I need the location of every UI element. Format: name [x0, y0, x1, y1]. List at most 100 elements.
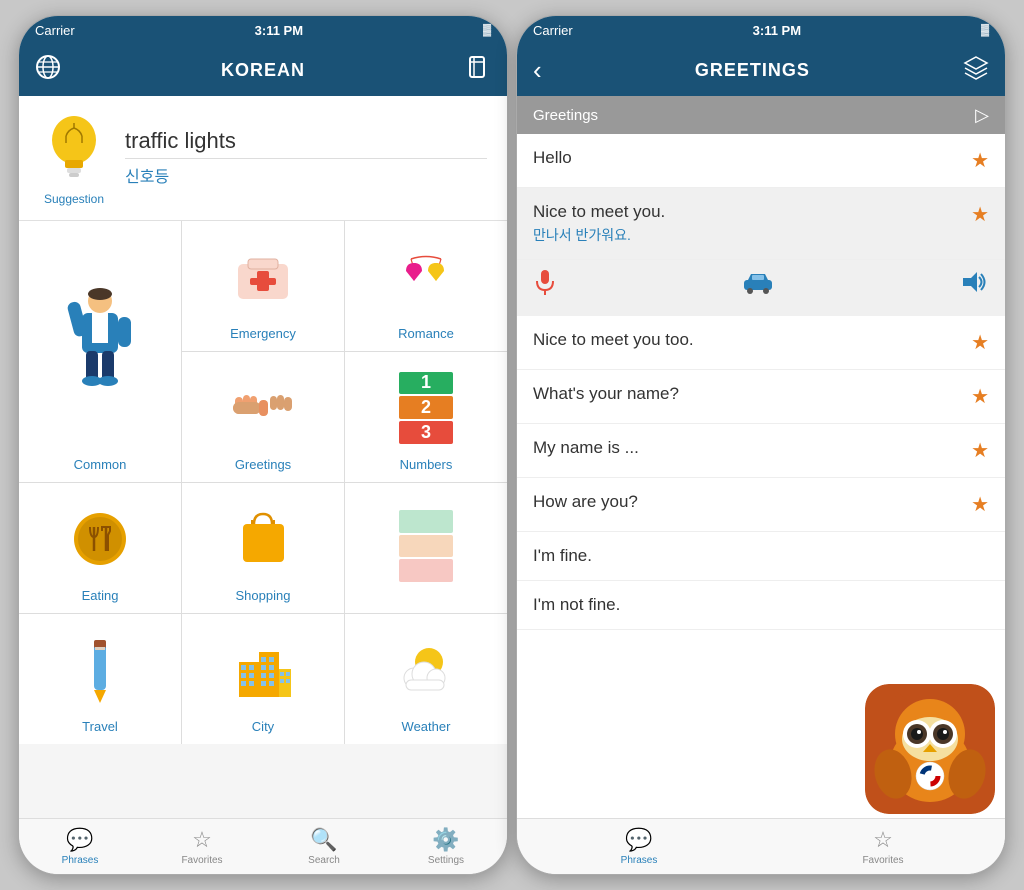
emergency-label: Emergency — [230, 326, 296, 341]
phrases-icon-2: 💬 — [625, 827, 652, 853]
suggestion-area: Suggestion traffic lights 신호등 — [19, 96, 507, 221]
back-button[interactable]: ‹ — [533, 55, 542, 86]
phrase-row-name[interactable]: What's your name? ★ — [517, 370, 1005, 424]
numbers-label: Numbers — [400, 457, 453, 472]
romance-label: Romance — [398, 326, 454, 341]
speaker-icon[interactable] — [959, 269, 989, 301]
grid-cell-shopping[interactable]: Shopping — [182, 483, 344, 613]
grid-cell-weather[interactable]: Weather — [345, 614, 507, 744]
status-bar-1: Carrier 3:11 PM ▓ — [19, 16, 507, 44]
grid-cell-emergency[interactable]: Emergency — [182, 221, 344, 351]
grid-cell-eating[interactable]: Eating — [19, 483, 181, 613]
phrase-row-nice2[interactable]: Nice to meet you too. ★ — [517, 316, 1005, 370]
phrase-en-nice: Nice to meet you. — [533, 202, 971, 222]
suggestion-translation: 신호등 — [125, 163, 487, 187]
tab-settings-1[interactable]: ⚙️ Settings — [385, 819, 507, 874]
phrase-row-notfine[interactable]: I'm not fine. — [517, 581, 1005, 630]
book-icon[interactable] — [465, 54, 491, 86]
star-hello[interactable]: ★ — [971, 148, 989, 173]
star-myname[interactable]: ★ — [971, 438, 989, 463]
phrases-icon: 💬 — [66, 827, 93, 853]
greetings-title: GREETINGS — [695, 60, 810, 81]
phrase-row-hello[interactable]: Hello ★ — [517, 134, 1005, 188]
tab-bar-1: 💬 Phrases ☆ Favorites 🔍 Search ⚙️ Settin… — [19, 818, 507, 874]
tab-favorites-label-2: Favorites — [862, 855, 903, 866]
phrase-en-nice2: Nice to meet you too. — [533, 330, 971, 350]
tab-phrases-label-2: Phrases — [621, 855, 658, 866]
star-how[interactable]: ★ — [971, 492, 989, 517]
phrase-en-how: How are you? — [533, 492, 971, 512]
globe-icon[interactable] — [35, 54, 61, 86]
phones-container: Carrier 3:11 PM ▓ KOREAN — [0, 0, 1024, 890]
layers-icon[interactable] — [963, 54, 989, 86]
header-korean: KOREAN — [19, 44, 507, 96]
tab-phrases-2[interactable]: 💬 Phrases — [517, 819, 761, 874]
status-icons-2: ▓ — [981, 24, 989, 36]
tab-settings-label-1: Settings — [428, 855, 464, 866]
battery-icon-1: ▓ — [483, 24, 491, 36]
phone-korean: Carrier 3:11 PM ▓ KOREAN — [18, 15, 508, 875]
phrase-controls — [517, 260, 1005, 316]
greetings-subheader: Greetings ▷ — [517, 96, 1005, 134]
phrase-row-how[interactable]: How are you? ★ — [517, 478, 1005, 532]
owl-mascot — [865, 684, 995, 814]
eating-label: Eating — [82, 588, 119, 603]
tab-phrases-1[interactable]: 💬 Phrases — [19, 819, 141, 874]
play-icon[interactable]: ▷ — [975, 105, 989, 126]
grid-cell-common[interactable]: Common — [19, 221, 181, 482]
tab-favorites-2[interactable]: ☆ Favorites — [761, 819, 1005, 874]
star-name[interactable]: ★ — [971, 384, 989, 409]
phrase-en-notfine: I'm not fine. — [533, 595, 989, 615]
tab-bar-2: 💬 Phrases ☆ Favorites — [517, 818, 1005, 874]
grid-cell-numbers[interactable]: 1 2 3 Numbers — [345, 352, 507, 482]
favorites-icon-2: ☆ — [873, 827, 893, 853]
battery-icon-2: ▓ — [981, 24, 989, 36]
tab-search-label-1: Search — [308, 855, 340, 866]
city-label: City — [252, 719, 274, 734]
star-nice2[interactable]: ★ — [971, 330, 989, 355]
subheader-label: Greetings — [533, 107, 598, 124]
tab-search-1[interactable]: 🔍 Search — [263, 819, 385, 874]
tab-phrases-label-1: Phrases — [62, 855, 99, 866]
suggestion-label: Suggestion — [44, 192, 104, 206]
phrase-row-myname[interactable]: My name is ... ★ — [517, 424, 1005, 478]
phrase-kr-nice: 만나서 반가워요. — [533, 225, 971, 245]
mic-icon[interactable] — [533, 268, 557, 302]
grid-cell-greetings[interactable]: Greetings — [182, 352, 344, 482]
settings-icon-1: ⚙️ — [432, 827, 459, 853]
favorites-icon-1: ☆ — [192, 827, 212, 853]
grid-cell-travel[interactable]: Travel — [19, 614, 181, 744]
common-label: Common — [74, 457, 127, 472]
tab-favorites-label-1: Favorites — [181, 855, 222, 866]
greetings-header: ‹ GREETINGS — [517, 44, 1005, 96]
phrase-en-name: What's your name? — [533, 384, 971, 404]
carrier-2: Carrier — [533, 23, 573, 38]
grid-cell-city[interactable]: City — [182, 614, 344, 744]
suggestion-text: traffic lights 신호등 — [125, 128, 487, 187]
grid-container: Common Emergency — [19, 221, 507, 818]
lightbulb-icon — [39, 108, 109, 188]
star-nice[interactable]: ★ — [971, 202, 989, 227]
grid-cell-numbers2[interactable] — [345, 483, 507, 613]
status-bar-2: Carrier 3:11 PM ▓ — [517, 16, 1005, 44]
category-grid: Common Emergency — [19, 221, 507, 744]
weather-label: Weather — [402, 719, 451, 734]
phrase-row-fine[interactable]: I'm fine. — [517, 532, 1005, 581]
carrier-1: Carrier — [35, 23, 75, 38]
phrase-en-myname: My name is ... — [533, 438, 971, 458]
grid-cell-romance[interactable]: Romance — [345, 221, 507, 351]
time-2: 3:11 PM — [753, 23, 801, 38]
phrase-row-nice[interactable]: Nice to meet you. 만나서 반가워요. ★ — [517, 188, 1005, 260]
search-icon-1: 🔍 — [310, 827, 337, 853]
time-1: 3:11 PM — [255, 23, 303, 38]
korean-title: KOREAN — [221, 60, 305, 81]
car-icon[interactable] — [740, 270, 776, 300]
phrase-en-hello: Hello — [533, 148, 971, 168]
phrase-en-fine: I'm fine. — [533, 546, 989, 566]
greetings-label: Greetings — [235, 457, 291, 472]
suggestion-word: traffic lights — [125, 128, 487, 154]
phone-greetings: Carrier 3:11 PM ▓ ‹ GREETINGS Greetings … — [516, 15, 1006, 875]
status-icons-1: ▓ — [483, 24, 491, 36]
tab-favorites-1[interactable]: ☆ Favorites — [141, 819, 263, 874]
shopping-label: Shopping — [236, 588, 291, 603]
